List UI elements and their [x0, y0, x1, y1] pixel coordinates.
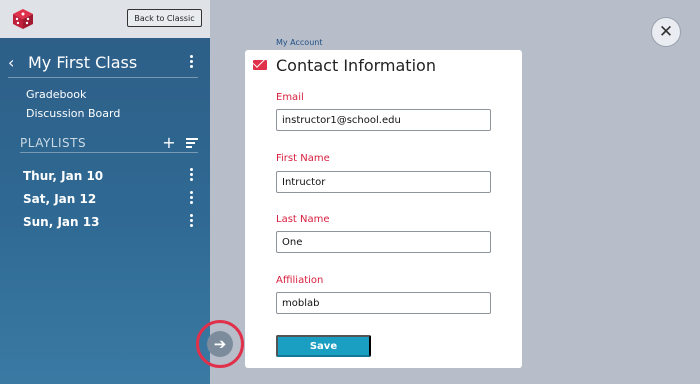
kebab-menu-icon[interactable]: [184, 53, 198, 73]
playlist-item-label: Sat, Jan 12: [23, 192, 97, 206]
contact-information-modal: Contact Information Email First Name Las…: [245, 50, 522, 368]
save-button[interactable]: Save: [276, 335, 371, 357]
plus-icon[interactable]: +: [162, 133, 176, 152]
modal-header: Contact Information: [253, 54, 436, 76]
back-to-classic-button[interactable]: Back to Classic: [127, 9, 202, 27]
playlist-item[interactable]: Sat, Jan 12: [23, 190, 198, 208]
email-field[interactable]: [276, 109, 491, 131]
chevron-left-icon[interactable]: ‹: [8, 53, 24, 72]
playlist-item[interactable]: Sun, Jan 13: [23, 213, 198, 231]
last-name-label: Last Name: [276, 214, 330, 225]
class-title: My First Class: [28, 53, 138, 72]
sidebar-top-bar: Back to Classic: [0, 0, 210, 38]
modal-title: Contact Information: [276, 55, 436, 75]
first-name-field[interactable]: [276, 171, 491, 193]
close-icon: ✕: [658, 22, 674, 42]
sidebar-link-gradebook[interactable]: Gradebook: [26, 88, 86, 101]
kebab-menu-icon[interactable]: [184, 166, 198, 186]
kebab-menu-icon[interactable]: [184, 212, 198, 232]
playlists-label: PLAYLISTS: [20, 135, 87, 150]
playlists-header: PLAYLISTS +: [20, 133, 198, 153]
arrow-right-icon: ➔: [207, 331, 233, 357]
class-header: ‹ My First Class: [8, 52, 198, 78]
kebab-menu-icon[interactable]: [184, 189, 198, 209]
affiliation-field[interactable]: [276, 292, 491, 314]
close-button[interactable]: ✕: [651, 17, 681, 47]
last-name-field[interactable]: [276, 231, 491, 253]
playlist-item-label: Sun, Jan 13: [23, 215, 100, 229]
first-name-label: First Name: [276, 153, 330, 164]
playlist-item[interactable]: Thur, Jan 10: [23, 167, 198, 185]
sort-icon[interactable]: [186, 137, 198, 148]
sidebar-link-discussion-board[interactable]: Discussion Board: [26, 107, 120, 120]
envelope-icon: [253, 60, 267, 70]
breadcrumb[interactable]: My Account: [276, 38, 322, 47]
email-label: Email: [276, 92, 304, 103]
sidebar: ‹ My First Class Gradebook Discussion Bo…: [0, 38, 210, 384]
dice-logo-icon[interactable]: [11, 7, 35, 31]
playlist-item-label: Thur, Jan 10: [23, 169, 104, 183]
affiliation-label: Affiliation: [276, 275, 324, 286]
expand-sidebar-button[interactable]: ➔: [196, 320, 244, 368]
